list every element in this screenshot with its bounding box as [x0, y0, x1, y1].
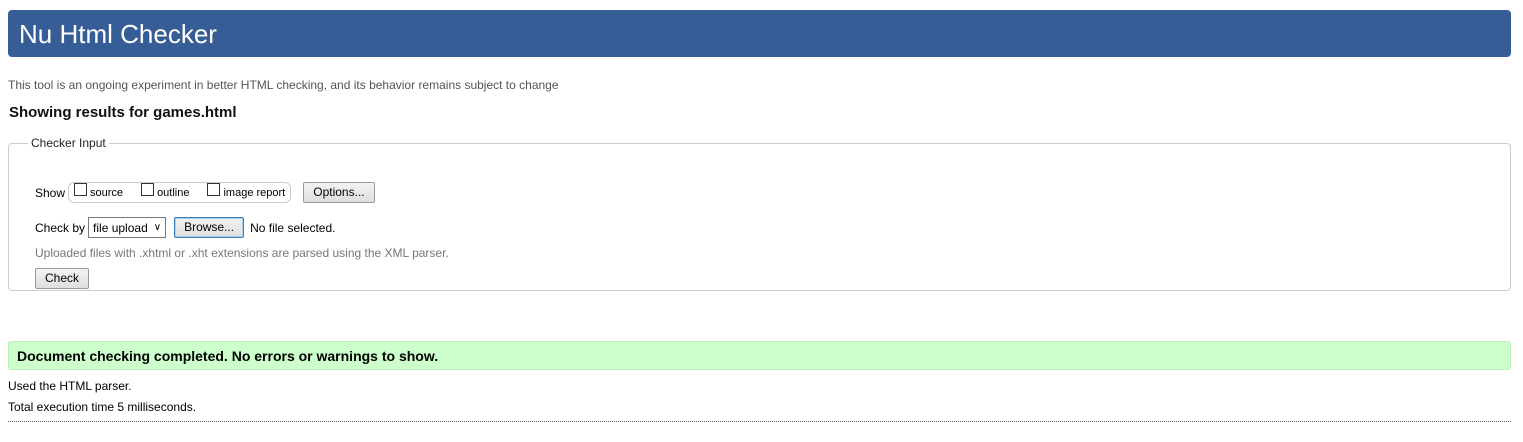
check-by-select[interactable]: file upload ∨	[88, 217, 167, 238]
check-by-label: Check by	[35, 220, 86, 235]
chevron-down-icon: ∨	[153, 222, 162, 233]
show-options-group: source outline image report	[68, 182, 292, 203]
source-label: source	[90, 186, 124, 199]
file-status: No file selected.	[250, 220, 336, 235]
success-message: Document checking completed. No errors o…	[8, 341, 1511, 370]
outline-label: outline	[157, 186, 190, 199]
xml-parser-hint: Uploaded files with .xhtml or .xht exten…	[35, 246, 449, 260]
check-by-selected-value: file upload	[93, 220, 148, 235]
show-outline-option[interactable]: outline	[141, 183, 190, 199]
check-button[interactable]: Check	[35, 268, 90, 289]
show-label: Show	[35, 185, 66, 200]
page-header: Nu Html Checker	[8, 10, 1511, 57]
check-row: Check	[35, 268, 90, 289]
image-report-label: image report	[223, 186, 286, 199]
checker-input-legend: Checker Input	[31, 136, 106, 150]
checker-input-fieldset: Checker Input Show source outline image …	[8, 136, 1511, 291]
show-source-option[interactable]: source	[74, 183, 124, 199]
source-checkbox[interactable]	[74, 183, 88, 196]
execution-time-info: Total execution time 5 milliseconds.	[8, 400, 197, 414]
image-report-checkbox[interactable]	[207, 183, 221, 196]
options-button[interactable]: Options...	[303, 182, 375, 203]
experiment-notice: This tool is an ongoing experiment in be…	[8, 78, 559, 92]
show-row: Show source outline image report Options…	[35, 182, 375, 203]
check-by-row: Check by file upload ∨ Browse... No file…	[35, 217, 335, 238]
show-image-report-option[interactable]: image report	[207, 183, 286, 199]
divider	[8, 421, 1511, 422]
page-title: Nu Html Checker	[19, 19, 217, 49]
parser-info: Used the HTML parser.	[8, 379, 132, 393]
browse-button[interactable]: Browse...	[174, 217, 245, 238]
outline-checkbox[interactable]	[141, 183, 155, 196]
results-heading: Showing results for games.html	[9, 104, 237, 121]
